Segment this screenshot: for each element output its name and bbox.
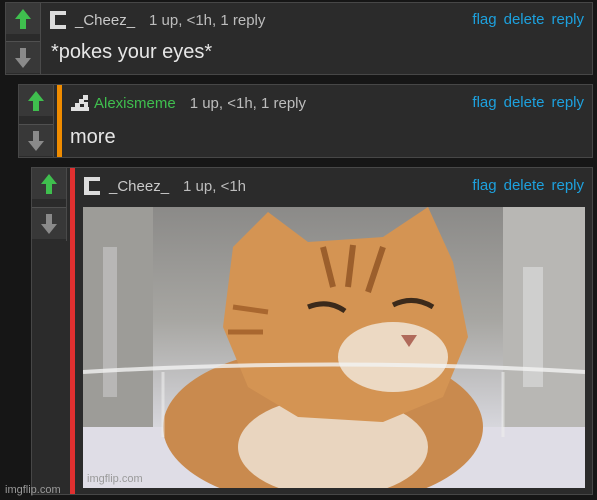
upvote-arrow-icon xyxy=(28,90,44,111)
reply-link[interactable]: reply xyxy=(551,11,584,28)
upvote-button[interactable] xyxy=(19,85,53,116)
cat-photo xyxy=(83,207,585,488)
reply-depth-bar xyxy=(57,85,62,157)
vote-column xyxy=(32,168,67,241)
comment-stats: 1 up, <1h xyxy=(183,177,247,195)
user-avatar-icon[interactable] xyxy=(83,177,101,195)
username-link[interactable]: _Cheez_ xyxy=(109,178,169,195)
comment-meta: _Cheez_ 1 up, <1h, 1 reply xyxy=(49,10,265,30)
delete-link[interactable]: delete xyxy=(504,11,545,28)
flag-link[interactable]: flag xyxy=(472,177,496,194)
flag-link[interactable]: flag xyxy=(472,94,496,111)
reply-link[interactable]: reply xyxy=(551,177,584,194)
downvote-arrow-icon xyxy=(41,213,57,234)
username-link[interactable]: _Cheez_ xyxy=(75,12,135,29)
flag-link[interactable]: flag xyxy=(472,11,496,28)
reply-depth-bar xyxy=(70,168,75,494)
comment-text: more xyxy=(70,126,116,148)
reply-link[interactable]: reply xyxy=(551,94,584,111)
downvote-button[interactable] xyxy=(6,41,40,73)
comment-actions: flag delete reply xyxy=(472,94,584,111)
comment-actions: flag delete reply xyxy=(472,11,584,28)
upvote-button[interactable] xyxy=(32,168,66,199)
upvote-button[interactable] xyxy=(6,3,40,34)
comment-stats: 1 up, <1h, 1 reply xyxy=(149,11,266,29)
user-avatar-icon[interactable] xyxy=(49,11,67,29)
comment-meta: _Cheez_ 1 up, <1h xyxy=(83,176,246,196)
comment-actions: flag delete reply xyxy=(472,177,584,194)
delete-link[interactable]: delete xyxy=(504,177,545,194)
image-watermark: imgflip.com xyxy=(87,473,143,485)
downvote-arrow-icon xyxy=(15,47,31,68)
vote-column xyxy=(19,85,54,157)
comment-2: Alexismeme 1 up, <1h, 1 reply flag delet… xyxy=(18,84,593,158)
comment-meta: Alexismeme 1 up, <1h, 1 reply xyxy=(71,93,306,113)
page-watermark: imgflip.com xyxy=(5,484,61,496)
downvote-button[interactable] xyxy=(19,124,53,156)
comment-image[interactable]: imgflip.com xyxy=(83,207,585,488)
comment-stats: 1 up, <1h, 1 reply xyxy=(189,94,307,112)
user-avatar-icon[interactable] xyxy=(71,94,89,112)
upvote-arrow-icon xyxy=(15,8,31,29)
downvote-arrow-icon xyxy=(28,130,44,151)
downvote-button[interactable] xyxy=(32,207,66,239)
comment-1: _Cheez_ 1 up, <1h, 1 reply flag delete r… xyxy=(5,2,593,75)
comment-text: *pokes your eyes* xyxy=(51,41,213,63)
vote-column xyxy=(6,3,41,74)
delete-link[interactable]: delete xyxy=(504,94,545,111)
upvote-arrow-icon xyxy=(41,173,57,194)
username-link[interactable]: Alexismeme xyxy=(94,95,176,112)
